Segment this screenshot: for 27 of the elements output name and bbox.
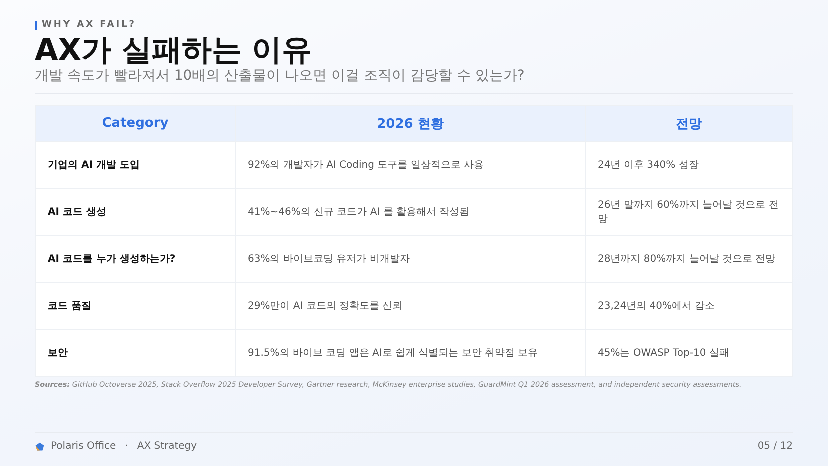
table-cell: 45%는 OWASP Top-10 실패 [586,330,792,376]
eyebrow-label: WHY AX FAIL? [42,20,137,30]
table-cell: 26년 말까지 60%까지 늘어날 것으로 전망 [586,188,792,236]
footer-separator: · [125,441,128,452]
table-cell: 코드 품질 [36,282,236,330]
table-cell: 기업의 AI 개발 도입 [36,142,236,188]
brand-name: Polaris Office [51,441,116,452]
table-cell: 29%만이 AI 코드의 정확도를 신뢰 [236,282,586,330]
table-cell: AI 코드를 누가 생성하는가? [36,236,236,282]
table-cell: 보안 [36,330,236,376]
accent-bar [35,20,37,30]
table-cell: 91.5%의 바이브 코딩 앱은 AI로 쉽게 식별되는 보안 취약점 보유 [236,330,586,376]
table-cell: 28년까지 80%까지 늘어날 것으로 전망 [586,236,792,282]
page-number: 05 / 12 [758,441,793,452]
slide-subtitle: 개발 속도가 빨라져서 10배의 산출물이 나오면 이걸 조직이 감당할 수 있는가? [35,68,526,85]
table-cell: AI 코드 생성 [36,188,236,236]
deck-name: AX Strategy [137,441,198,452]
column-header: Category [36,106,236,142]
logo-icon [35,442,45,452]
table-cell: 24년 이후 340% 성장 [586,142,792,188]
table-cell: 63%의 바이브코딩 유저가 비개발자 [236,236,586,282]
column-header: 2026 현황 [236,106,586,142]
table-cell: 92%의 개발자가 AI Coding 도구를 일상적으로 사용 [236,142,586,188]
slide-title: AX가 실패하는 이유 [35,34,314,68]
column-header: 전망 [586,106,792,142]
table-cell: 41%~46%의 신규 코드가 AI 를 활용해서 작성됨 [236,188,586,236]
table-cell: 23,24년의 40%에서 감소 [586,282,792,330]
